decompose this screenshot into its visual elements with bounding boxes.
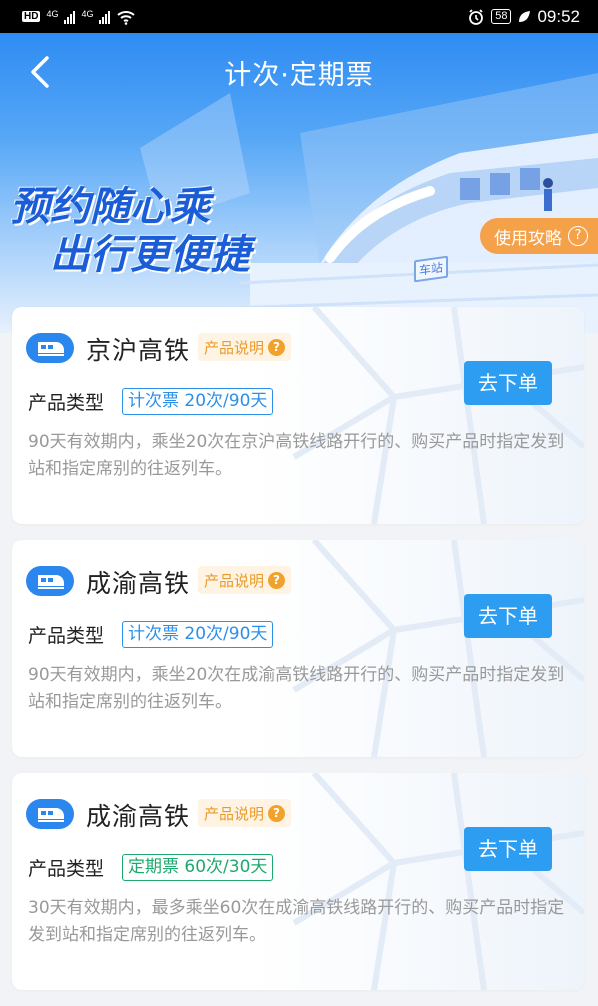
question-circle-icon: ? [268, 571, 286, 589]
train-glyph-icon [38, 575, 64, 589]
status-left: HD 4G 4G [22, 9, 136, 25]
signal-icon-1 [64, 10, 76, 24]
page-title: 计次·定期票 [224, 60, 374, 91]
product-card[interactable]: 成渝高铁 产品说明 ? 去下单 产品类型 定期票 60次/30天 30天有效期内… [12, 773, 584, 990]
product-info-tag[interactable]: 产品说明 ? [198, 566, 292, 594]
product-description: 90天有效期内，乘坐20次在成渝高铁线路开行的、购买产品时指定发到站和指定席别的… [28, 665, 565, 712]
battery-indicator: 58 [491, 9, 512, 24]
train-icon [26, 333, 74, 363]
product-info-label: 产品说明 [204, 338, 265, 357]
map-background-decoration [254, 307, 584, 524]
product-type-badge: 定期票 60次/30天 [122, 854, 274, 881]
usage-guide-button[interactable]: 使用攻略 ? [480, 218, 598, 254]
wifi-icon [117, 10, 136, 25]
question-circle-icon: ? [268, 804, 286, 822]
product-type-label: 产品类型 [28, 392, 105, 414]
product-card[interactable]: 成渝高铁 产品说明 ? 去下单 产品类型 计次票 20次/90天 90天有效期内… [12, 540, 584, 757]
product-card[interactable]: 京沪高铁 产品说明 ? 去下单 产品类型 计次票 20次/90天 90天有效期内… [12, 307, 584, 524]
train-icon [26, 566, 74, 596]
product-type-label: 产品类型 [28, 625, 105, 647]
status-bar: HD 4G 4G 58 09:52 [0, 0, 598, 33]
product-type-label: 产品类型 [28, 858, 105, 880]
network-4g-label-1: 4G [46, 9, 59, 19]
place-order-button[interactable]: 去下单 [464, 361, 552, 405]
product-type-badge: 计次票 20次/90天 [122, 621, 274, 648]
map-background-decoration [254, 773, 584, 990]
network-4g-label-2: 4G [81, 9, 94, 19]
usage-guide-label: 使用攻略 [494, 228, 562, 249]
train-glyph-icon [38, 342, 64, 356]
banner-slogan: 预约随心乘 出行更便捷 [10, 183, 250, 279]
signal-icon-2 [99, 10, 111, 24]
clock: 09:52 [537, 6, 580, 26]
product-description: 30天有效期内，最多乘坐60次在成渝高铁线路开行的、购买产品时指定发到站和指定席… [28, 898, 565, 945]
station-sign-text: 车站 [418, 260, 443, 278]
product-info-label: 产品说明 [204, 804, 265, 823]
product-info-tag[interactable]: 产品说明 ? [198, 333, 292, 361]
map-background-decoration [254, 540, 584, 757]
product-description: 90天有效期内，乘坐20次在京沪高铁线路开行的、购买产品时指定发到站和指定席别的… [28, 432, 565, 479]
alarm-icon [469, 8, 484, 25]
product-type-badge: 计次票 20次/90天 [122, 388, 274, 415]
question-circle-icon: ? [568, 226, 588, 246]
slogan-line-2: 出行更便捷 [50, 232, 250, 278]
place-order-button[interactable]: 去下单 [464, 827, 552, 871]
status-right: 58 09:52 [467, 7, 580, 27]
question-circle-icon: ? [268, 338, 286, 356]
hero-banner: 计次·定期票 预约随心乘 出行更便捷 车站 使用攻略 ? [0, 33, 598, 333]
train-glyph-icon [38, 808, 64, 822]
route-name: 成渝高铁 [86, 802, 191, 831]
train-icon [26, 799, 74, 829]
place-order-button[interactable]: 去下单 [464, 594, 552, 638]
product-info-label: 产品说明 [204, 571, 265, 590]
hd-icon: HD [22, 11, 41, 22]
route-name: 京沪高铁 [86, 336, 191, 365]
leaf-icon [519, 10, 531, 22]
slogan-line-1: 预约随心乘 [10, 184, 210, 230]
product-info-tag[interactable]: 产品说明 ? [198, 799, 292, 827]
route-name: 成渝高铁 [86, 569, 191, 598]
